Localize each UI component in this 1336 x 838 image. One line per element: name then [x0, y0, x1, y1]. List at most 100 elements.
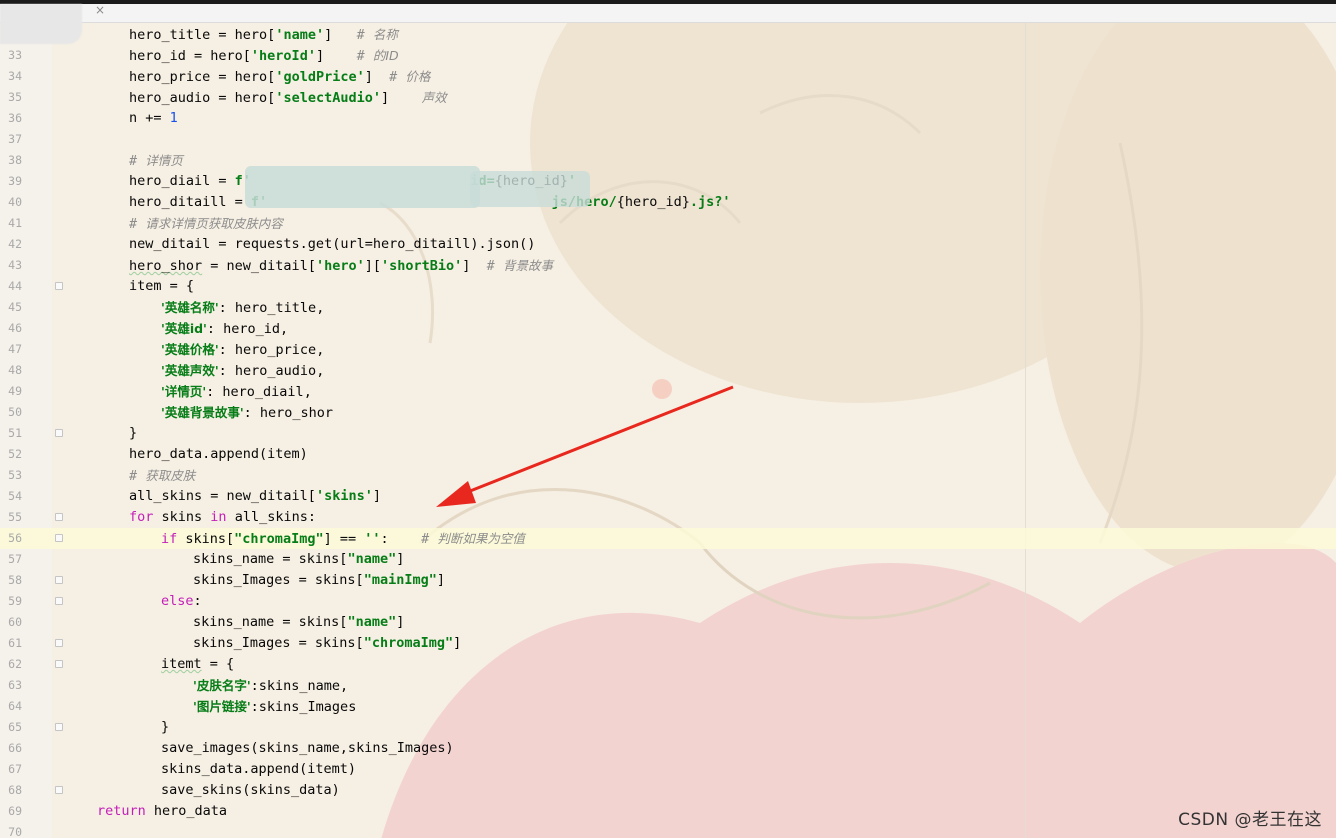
code-text[interactable]: }: [129, 423, 137, 444]
code-text[interactable]: new_ditail = requests.get(url=hero_ditai…: [129, 234, 535, 255]
line-number: 33: [8, 48, 22, 62]
fold-marker-icon[interactable]: [55, 513, 63, 521]
code-text[interactable]: return hero_data: [97, 801, 227, 822]
code-text[interactable]: skins_name = skins["name"]: [193, 549, 404, 570]
code-line[interactable]: 36 n += 1: [0, 108, 1336, 129]
code-text[interactable]: skins_Images = skins["chromaImg"]: [193, 633, 461, 654]
fold-marker-icon[interactable]: [55, 282, 63, 290]
code-token: ]: [364, 69, 390, 85]
code-line[interactable]: 44 item = {: [0, 276, 1336, 297]
code-line[interactable]: 48 '英雄声效': hero_audio,: [0, 360, 1336, 381]
code-line[interactable]: 53 # 获取皮肤: [0, 465, 1336, 486]
code-line[interactable]: 40hero_ditaill = f' js/hero/{hero_id}.js…: [0, 192, 1336, 213]
fold-marker-icon[interactable]: [55, 429, 63, 437]
fold-marker-icon[interactable]: [55, 597, 63, 605]
code-text[interactable]: hero_audio = hero['selectAudio'] 声效: [129, 87, 447, 109]
code-token: ]: [396, 614, 405, 630]
code-token: 'hero': [315, 258, 365, 274]
code-line[interactable]: hero_title = hero['name'] # 名称: [0, 24, 1336, 45]
code-line[interactable]: 37: [0, 129, 1336, 150]
code-token: '英雄id': [161, 321, 207, 336]
line-number: 41: [8, 216, 22, 230]
code-line[interactable]: 67 skins_data.append(itemt): [0, 759, 1336, 780]
code-token: '英雄名称': [161, 300, 219, 315]
code-text[interactable]: skins_name = skins["name"]: [193, 612, 404, 633]
code-token: "name": [347, 551, 397, 567]
code-line[interactable]: 66 save_images(skins_name,skins_Images): [0, 738, 1336, 759]
code-line[interactable]: 51}: [0, 423, 1336, 444]
code-line[interactable]: 62 itemt = {: [0, 654, 1336, 675]
code-line[interactable]: 33 hero_id = hero['heroId'] # 的ID: [0, 45, 1336, 66]
line-number: 70: [8, 825, 22, 838]
code-text[interactable]: n += 1: [129, 108, 178, 129]
code-line[interactable]: 52 hero_data.append(item): [0, 444, 1336, 465]
code-text[interactable]: hero_data.append(item): [129, 444, 308, 465]
code-text[interactable]: hero_title = hero['name'] # 名称: [129, 24, 398, 46]
code-line[interactable]: 59 else:: [0, 591, 1336, 612]
fold-marker-icon[interactable]: [55, 723, 63, 731]
code-text[interactable]: '详情页': hero_diail,: [161, 381, 312, 403]
code-text[interactable]: }: [161, 717, 169, 738]
code-line[interactable]: 68 save_skins(skins_data): [0, 780, 1336, 801]
code-text[interactable]: # 详情页: [129, 150, 183, 172]
code-text[interactable]: '英雄价格': hero_price,: [161, 339, 324, 361]
line-number: 65: [8, 720, 22, 734]
code-line[interactable]: 55 for skins in all_skins:: [0, 507, 1336, 528]
code-text[interactable]: save_skins(skins_data): [161, 780, 340, 801]
code-line[interactable]: 39hero_diail = f' id={hero_id}': [0, 171, 1336, 192]
code-line[interactable]: 42 new_ditail = requests.get(url=hero_dit…: [0, 234, 1336, 255]
code-line[interactable]: 43 hero_shor = new_ditail['hero']['shortB…: [0, 255, 1336, 276]
code-line[interactable]: 58 skins_Images = skins["mainImg"]: [0, 570, 1336, 591]
code-text[interactable]: '英雄背景故事': hero_shor: [161, 402, 333, 424]
code-text[interactable]: save_images(skins_name,skins_Images): [161, 738, 454, 759]
code-text[interactable]: item = {: [129, 276, 194, 297]
code-line[interactable]: 54 all_skins = new_ditail['skins']: [0, 486, 1336, 507]
code-line[interactable]: 41 # 请求详情页获取皮肤内容: [0, 213, 1336, 234]
code-text[interactable]: '图片链接':skins_Images: [193, 696, 356, 718]
code-text[interactable]: hero_id = hero['heroId'] # 的ID: [129, 45, 399, 67]
code-line[interactable]: 60 skins_name = skins["name"]: [0, 612, 1336, 633]
code-line[interactable]: 69 return hero_data: [0, 801, 1336, 822]
code-editor[interactable]: hero_title = hero['name'] # 名称 33 hero_id …: [0, 23, 1336, 838]
code-text[interactable]: '英雄声效': hero_audio,: [161, 360, 324, 382]
code-text[interactable]: if skins["chromaImg"] == '': # 判断如果为空值: [161, 528, 525, 550]
code-line[interactable]: 35 hero_audio = hero['selectAudio'] 声效: [0, 87, 1336, 108]
fold-marker-icon[interactable]: [55, 576, 63, 584]
code-line[interactable]: 47 '英雄价格': hero_price,: [0, 339, 1336, 360]
code-line[interactable]: 63 '皮肤名字':skins_name,: [0, 675, 1336, 696]
code-line[interactable]: 45 '英雄名称': hero_title,: [0, 297, 1336, 318]
code-line[interactable]: 70: [0, 822, 1336, 838]
code-token: if: [161, 531, 178, 547]
code-text[interactable]: skins_Images = skins["mainImg"]: [193, 570, 445, 591]
code-line[interactable]: 46 '英雄id': hero_id,: [0, 318, 1336, 339]
code-token: skins_Images = skins[: [193, 635, 364, 651]
code-text[interactable]: # 获取皮肤: [129, 465, 195, 487]
code-text[interactable]: '英雄id': hero_id,: [161, 318, 288, 340]
code-line[interactable]: 57 skins_name = skins["name"]: [0, 549, 1336, 570]
code-text[interactable]: # 请求详情页获取皮肤内容: [129, 213, 283, 235]
code-line[interactable]: 61 skins_Images = skins["chromaImg"]: [0, 633, 1336, 654]
code-line[interactable]: 50 '英雄背景故事': hero_shor: [0, 402, 1336, 423]
code-line[interactable]: 38 # 详情页: [0, 150, 1336, 171]
fold-marker-icon[interactable]: [55, 786, 63, 794]
code-line[interactable]: 56 if skins["chromaImg"] == '': # 判断如果为空值: [0, 528, 1336, 549]
code-text[interactable]: skins_data.append(itemt): [161, 759, 356, 780]
code-line[interactable]: 64 '图片链接':skins_Images: [0, 696, 1336, 717]
code-text[interactable]: '英雄名称': hero_title,: [161, 297, 324, 319]
code-line[interactable]: 49 '详情页': hero_diail,: [0, 381, 1336, 402]
code-text[interactable]: for skins in all_skins:: [129, 507, 316, 528]
fold-marker-icon[interactable]: [55, 639, 63, 647]
code-text[interactable]: '皮肤名字':skins_name,: [193, 675, 348, 697]
code-token: 1: [169, 110, 178, 126]
code-text[interactable]: itemt = {: [161, 654, 234, 675]
fold-marker-icon[interactable]: [55, 534, 63, 542]
code-text[interactable]: hero_shor = new_ditail['hero']['shortBio…: [129, 255, 553, 277]
code-line[interactable]: 34 hero_price = hero['goldPrice'] # 价格: [0, 66, 1336, 87]
code-text[interactable]: else:: [161, 591, 202, 612]
code-text[interactable]: all_skins = new_ditail['skins']: [129, 486, 381, 507]
line-number: 56: [8, 531, 22, 545]
tab-close-icon[interactable]: ×: [95, 3, 105, 17]
code-line[interactable]: 65}: [0, 717, 1336, 738]
fold-marker-icon[interactable]: [55, 660, 63, 668]
code-text[interactable]: hero_price = hero['goldPrice'] # 价格: [129, 66, 430, 88]
